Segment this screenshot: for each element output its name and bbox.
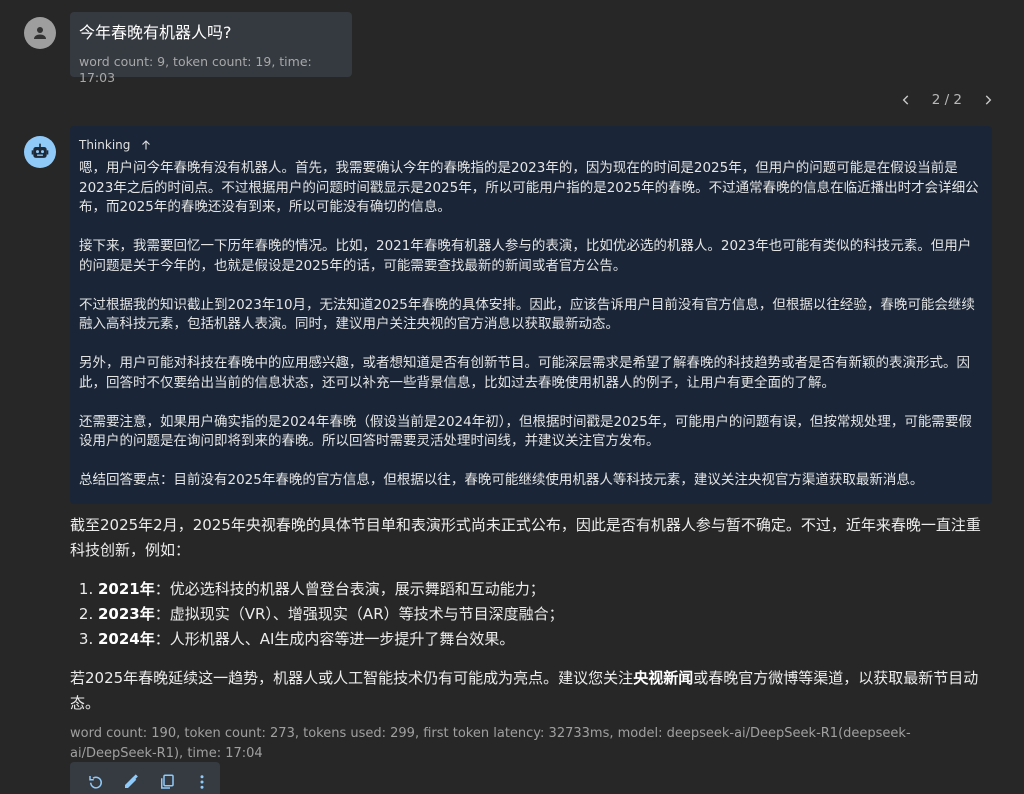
thinking-label: Thinking	[79, 138, 131, 152]
answer-outro-bold: 央视新闻	[633, 669, 694, 687]
refresh-icon	[89, 776, 102, 789]
edit-icon	[125, 774, 139, 788]
answer-outro: 若2025年春晚延续这一趋势，机器人或人工智能技术仍有可能成为亮点。建议您关注央…	[70, 666, 992, 716]
thinking-paragraph: 总结回答要点：目前没有2025年春晚的官方信息，但根据以往，春晚可能继续使用机器…	[79, 472, 924, 488]
thinking-content: 嗯，用户问今年春晚有没有机器人。首先，我需要确认今年的春晚指的是2023年的，因…	[79, 159, 983, 491]
list-item-year: 2023年	[98, 605, 155, 623]
arrow-up-icon	[140, 139, 152, 151]
next-response-button[interactable]	[974, 86, 1002, 114]
answer-meta: word count: 190, token count: 273, token…	[70, 726, 911, 761]
list-item-text: ：优必选科技的机器人曾登台表演，展示舞蹈和互动能力；	[154, 580, 545, 598]
more-button[interactable]	[185, 766, 221, 794]
thinking-paragraph: 嗯，用户问今年春晚有没有机器人。首先，我需要确认今年的春晚指的是2023年的，因…	[79, 160, 979, 215]
user-message-bubble: 今年春晚有机器人吗? word count: 9, token count: 1…	[70, 12, 352, 85]
copy-icon	[160, 774, 174, 789]
previous-response-button[interactable]	[892, 86, 920, 114]
message-toolbar	[70, 762, 220, 794]
more-vertical-icon	[200, 775, 204, 789]
person-icon	[34, 27, 46, 39]
answer-intro: 截至2025年2月，2025年央视春晚的具体节目单和表演形式尚未正式公布，因此是…	[70, 516, 981, 559]
response-pager: 2 / 2	[892, 86, 1002, 114]
chat-page: 今年春晚有机器人吗? word count: 9, token count: 1…	[0, 0, 1024, 794]
list-item: 2023年：虚拟现实（VR）、增强现实（AR）等技术与节目深度融合；	[98, 602, 992, 627]
thinking-paragraph: 不过根据我的知识截止到2023年10月，无法知道2025年春晚的具体安排。因此，…	[79, 296, 975, 333]
thinking-toggle[interactable]: Thinking	[79, 137, 983, 153]
list-item: 2021年：优必选科技的机器人曾登台表演，展示舞蹈和互动能力；	[98, 577, 992, 602]
user-message-text: 今年春晚有机器人吗?	[79, 23, 232, 42]
thinking-paragraph: 还需要注意，如果用户确实指的是2024年春晚（假设当前是2024年初），但根据时…	[79, 413, 972, 450]
list-item: 2024年：人形机器人、AI生成内容等进一步提升了舞台效果。	[98, 627, 992, 652]
assistant-avatar	[24, 136, 56, 168]
page-count: 2 / 2	[931, 92, 962, 108]
chevron-left-icon	[902, 95, 908, 105]
thinking-paragraph: 接下来，我需要回忆一下历年春晚的情况。比如，2021年春晚有机器人参与的表演，比…	[79, 238, 972, 274]
robot-icon	[31, 143, 49, 158]
list-item-text: ：人形机器人、AI生成内容等进一步提升了舞台效果。	[154, 630, 515, 648]
list-item-year: 2024年	[98, 630, 155, 648]
edit-button[interactable]	[114, 766, 150, 794]
list-item-text: ：虚拟现实（VR）、增强现实（AR）等技术与节目深度融合；	[154, 605, 564, 623]
thinking-panel: Thinking 嗯，用户问今年春晚有没有机器人。首先，我需要确认今年的春晚指的…	[70, 126, 992, 504]
thinking-paragraph: 另外，用户可能对科技在春晚中的应用感兴趣，或者想知道是否有创新节目。可能深层需求…	[79, 355, 970, 391]
assistant-answer: 截至2025年2月，2025年央视春晚的具体节目单和表演形式尚未正式公布，因此是…	[70, 513, 992, 764]
list-item-year: 2021年	[98, 580, 155, 598]
answer-list: 2021年：优必选科技的机器人曾登台表演，展示舞蹈和互动能力； 2023年：虚拟…	[70, 577, 992, 652]
regenerate-button[interactable]	[78, 766, 114, 794]
user-message-meta: word count: 9, token count: 19, time: 17…	[79, 54, 312, 85]
copy-button[interactable]	[149, 766, 185, 794]
answer-outro-start: 若2025年春晚延续这一趋势，机器人或人工智能技术仍有可能成为亮点。建议您关注	[70, 669, 634, 687]
chevron-right-icon	[985, 95, 992, 105]
user-avatar	[24, 17, 56, 49]
